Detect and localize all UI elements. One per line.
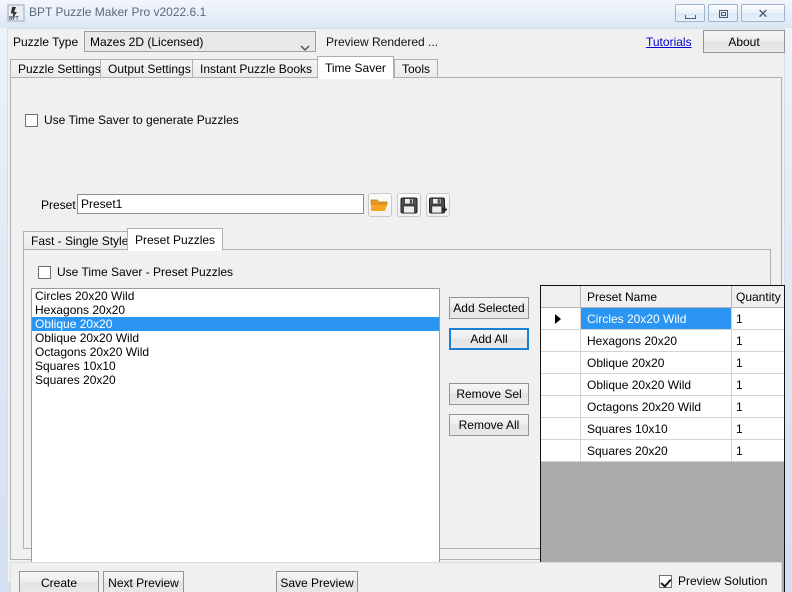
remove-all-button[interactable]: Remove All bbox=[449, 414, 529, 436]
preview-status-text: Preview Rendered ... bbox=[326, 35, 438, 49]
open-preset-button[interactable] bbox=[368, 193, 392, 217]
about-button[interactable]: About bbox=[703, 30, 785, 53]
preview-solution-checkbox[interactable]: Preview Solution bbox=[659, 574, 767, 588]
grid-cell-preset-name[interactable]: Hexagons 20x20 bbox=[581, 330, 732, 351]
add-all-button[interactable]: Add All bbox=[449, 328, 529, 350]
preset-input[interactable] bbox=[77, 194, 364, 214]
window-frame: BPT BPT Puzzle Maker Pro v2022.6.1 ✕ Pu bbox=[0, 0, 792, 592]
tab-fast-single-style[interactable]: Fast - Single Style bbox=[23, 231, 136, 250]
grid-cell-preset-name[interactable]: Oblique 20x20 bbox=[581, 352, 732, 373]
row-current-arrow-icon bbox=[555, 314, 561, 324]
grid-row-selector[interactable] bbox=[541, 308, 581, 329]
chevron-down-icon bbox=[300, 40, 308, 45]
grid-cell-quantity[interactable]: 1 bbox=[732, 374, 784, 395]
application-window: BPT BPT Puzzle Maker Pro v2022.6.1 ✕ Pu bbox=[0, 0, 792, 592]
grid-header-selector bbox=[541, 286, 581, 307]
grid-row-selector[interactable] bbox=[541, 396, 581, 417]
tutorials-link[interactable]: Tutorials bbox=[646, 35, 692, 49]
footer-bar: Create Next Preview Save Preview Preview… bbox=[10, 562, 782, 592]
grid-header-quantity[interactable]: Quantity bbox=[732, 286, 784, 307]
use-time-saver-checkbox[interactable]: Use Time Saver to generate Puzzles bbox=[25, 113, 239, 127]
grid-cell-quantity[interactable]: 1 bbox=[732, 440, 784, 461]
puzzle-type-value: Mazes 2D (Licensed) bbox=[90, 35, 203, 49]
client-area: Puzzle Type Mazes 2D (Licensed) Preview … bbox=[7, 28, 785, 583]
table-row[interactable]: Oblique 20x20 1 bbox=[541, 352, 784, 374]
close-icon: ✕ bbox=[742, 5, 784, 21]
use-preset-puzzles-checkbox[interactable]: Use Time Saver - Preset Puzzles bbox=[38, 265, 233, 279]
grid-cell-quantity[interactable]: 1 bbox=[732, 330, 784, 351]
use-time-saver-label: Use Time Saver to generate Puzzles bbox=[44, 113, 239, 127]
selected-presets-grid[interactable]: Preset Name Quantity Circles 20x20 Wild … bbox=[540, 285, 785, 592]
table-row[interactable]: Oblique 20x20 Wild 1 bbox=[541, 374, 784, 396]
table-row[interactable]: Squares 20x20 1 bbox=[541, 440, 784, 462]
puzzle-type-bar: Puzzle Type Mazes 2D (Licensed) Preview … bbox=[8, 29, 784, 55]
tab-output-settings[interactable]: Output Settings bbox=[100, 59, 199, 78]
list-item[interactable]: Squares 20x20 bbox=[32, 373, 439, 387]
maximize-button[interactable] bbox=[708, 4, 738, 22]
close-button[interactable]: ✕ bbox=[741, 4, 785, 22]
minimize-icon bbox=[685, 15, 696, 19]
grid-header-preset-name[interactable]: Preset Name bbox=[581, 286, 732, 307]
add-selected-button[interactable]: Add Selected bbox=[449, 297, 529, 319]
window-controls: ✕ bbox=[675, 4, 785, 22]
grid-header-row: Preset Name Quantity bbox=[541, 286, 784, 308]
grid-row-selector[interactable] bbox=[541, 330, 581, 351]
preview-solution-label: Preview Solution bbox=[678, 574, 767, 588]
grid-cell-preset-name[interactable]: Circles 20x20 Wild bbox=[581, 308, 732, 329]
available-presets-listbox[interactable]: Circles 20x20 Wild Hexagons 20x20 Obliqu… bbox=[31, 288, 440, 582]
grid-row-selector[interactable] bbox=[541, 374, 581, 395]
floppy-save-as-icon bbox=[427, 194, 449, 216]
grid-cell-quantity[interactable]: 1 bbox=[732, 418, 784, 439]
save-preview-button[interactable]: Save Preview bbox=[276, 571, 358, 592]
table-row[interactable]: Octagons 20x20 Wild 1 bbox=[541, 396, 784, 418]
remove-sel-button[interactable]: Remove Sel bbox=[449, 383, 529, 405]
tab-preset-puzzles[interactable]: Preset Puzzles bbox=[127, 228, 223, 251]
list-item[interactable]: Oblique 20x20 Wild bbox=[32, 331, 439, 345]
time-saver-page: Use Time Saver to generate Puzzles Prese… bbox=[10, 77, 782, 560]
window-title: BPT Puzzle Maker Pro v2022.6.1 bbox=[29, 5, 206, 19]
checkbox-box bbox=[659, 575, 672, 588]
list-item[interactable]: Octagons 20x20 Wild bbox=[32, 345, 439, 359]
preset-label: Preset bbox=[41, 198, 76, 212]
save-preset-as-button[interactable] bbox=[426, 193, 450, 217]
next-preview-button[interactable]: Next Preview bbox=[103, 571, 184, 592]
grid-cell-quantity[interactable]: 1 bbox=[732, 396, 784, 417]
bpt-logo-icon: BPT bbox=[7, 4, 25, 22]
create-button[interactable]: Create bbox=[19, 571, 99, 592]
grid-cell-quantity[interactable]: 1 bbox=[732, 308, 784, 329]
tab-time-saver[interactable]: Time Saver bbox=[317, 56, 394, 79]
list-item[interactable]: Squares 10x10 bbox=[32, 359, 439, 373]
grid-row-selector[interactable] bbox=[541, 440, 581, 461]
grid-row-selector[interactable] bbox=[541, 352, 581, 373]
main-tab-strip: Puzzle Settings Output Settings Instant … bbox=[10, 56, 782, 78]
folder-open-icon bbox=[369, 194, 391, 216]
minimize-button[interactable] bbox=[675, 4, 705, 22]
grid-cell-preset-name[interactable]: Octagons 20x20 Wild bbox=[581, 396, 732, 417]
use-preset-puzzles-label: Use Time Saver - Preset Puzzles bbox=[57, 265, 233, 279]
svg-text:BPT: BPT bbox=[9, 16, 19, 22]
tab-instant-puzzle-books[interactable]: Instant Puzzle Books bbox=[192, 59, 320, 78]
save-preset-button[interactable] bbox=[397, 193, 421, 217]
puzzle-type-select[interactable]: Mazes 2D (Licensed) bbox=[84, 31, 316, 52]
inner-tab-strip: Fast - Single Style Preset Puzzles bbox=[23, 228, 771, 250]
grid-cell-preset-name[interactable]: Squares 20x20 bbox=[581, 440, 732, 461]
puzzle-type-label: Puzzle Type bbox=[13, 35, 78, 49]
tab-puzzle-settings[interactable]: Puzzle Settings bbox=[10, 59, 109, 78]
maximize-icon bbox=[719, 10, 728, 18]
checkbox-box bbox=[38, 266, 51, 279]
list-item[interactable]: Oblique 20x20 bbox=[32, 317, 439, 331]
table-row[interactable]: Squares 10x10 1 bbox=[541, 418, 784, 440]
table-row[interactable]: Circles 20x20 Wild 1 bbox=[541, 308, 784, 330]
table-row[interactable]: Hexagons 20x20 1 bbox=[541, 330, 784, 352]
checkbox-box bbox=[25, 114, 38, 127]
grid-cell-preset-name[interactable]: Squares 10x10 bbox=[581, 418, 732, 439]
grid-cell-preset-name[interactable]: Oblique 20x20 Wild bbox=[581, 374, 732, 395]
list-item[interactable]: Hexagons 20x20 bbox=[32, 303, 439, 317]
list-item[interactable]: Circles 20x20 Wild bbox=[32, 289, 439, 303]
floppy-save-icon bbox=[398, 194, 420, 216]
title-bar: BPT BPT Puzzle Maker Pro v2022.6.1 ✕ bbox=[0, 0, 792, 28]
grid-cell-quantity[interactable]: 1 bbox=[732, 352, 784, 373]
grid-row-selector[interactable] bbox=[541, 418, 581, 439]
tab-tools[interactable]: Tools bbox=[394, 59, 438, 78]
